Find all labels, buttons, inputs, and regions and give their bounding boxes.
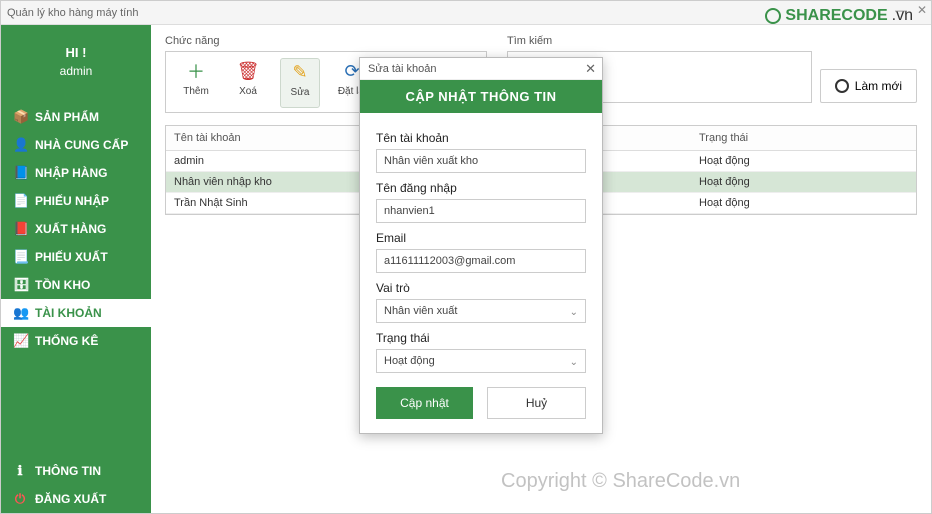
dialog-header: CẬP NHẬT THÔNG TIN	[360, 80, 602, 113]
col-ten-tai-khoan[interactable]: Tên tài khoản	[166, 126, 376, 151]
pencil-icon: ✎	[287, 59, 313, 85]
sidebar-item-label: THỐNG KÊ	[35, 334, 98, 348]
update-button[interactable]: Cập nhật	[376, 387, 473, 419]
sidebar-item-phieuxuat[interactable]: 📃 PHIẾU XUẤT	[1, 243, 151, 271]
label-ten-tai-khoan: Tên tài khoản	[376, 131, 586, 145]
sidebar-item-label: TỒN KHO	[35, 278, 90, 292]
info-icon: ℹ	[13, 463, 27, 479]
select-vai-tro[interactable]: Nhân viên xuất	[376, 299, 586, 323]
plus-icon: ＋	[183, 58, 209, 84]
sidebar-item-nhaphang[interactable]: 📘 NHẬP HÀNG	[1, 159, 151, 187]
edit-account-dialog: Sửa tài khoản ✕ CẬP NHẬT THÔNG TIN Tên t…	[359, 57, 603, 434]
book-out-icon: 📕	[13, 221, 27, 237]
label-vai-tro: Vai trò	[376, 281, 586, 295]
sidebar-item-label: PHIẾU XUẤT	[35, 250, 108, 264]
power-icon: ⏻	[13, 491, 27, 507]
current-user: admin	[1, 64, 151, 78]
sidebar-item-xuathang[interactable]: 📕 XUẤT HÀNG	[1, 215, 151, 243]
sidebar-item-label: ĐĂNG XUẤT	[35, 492, 106, 506]
edit-button[interactable]: ✎Sửa	[280, 58, 320, 108]
users-icon: 👥	[13, 305, 27, 321]
chart-icon: 📈	[13, 333, 27, 349]
box-icon: 📦	[13, 109, 27, 125]
dialog-close-button[interactable]: ✕	[585, 61, 596, 77]
label-email: Email	[376, 231, 586, 245]
sidebar-item-label: SẢN PHẨM	[35, 110, 99, 124]
brand-suffix: .vn	[892, 7, 913, 25]
stock-icon: 🗄	[13, 277, 27, 293]
brand-name: SHARECODE	[785, 7, 887, 25]
chevron-down-icon: ⌄	[570, 307, 578, 318]
cancel-button[interactable]: Huỷ	[487, 387, 586, 419]
dialog-smalltitle: Sửa tài khoản	[360, 58, 602, 80]
sidebar-item-label: XUẤT HÀNG	[35, 222, 106, 236]
trash-icon: 🗑	[235, 58, 261, 84]
greeting: HI !	[1, 45, 151, 60]
chevron-down-icon: ⌄	[570, 357, 578, 368]
input-ten-tai-khoan[interactable]	[376, 149, 586, 173]
sidebar: HI ! admin 📦 SẢN PHẨM 👤 NHÀ CUNG CẤP 📘 NHẬP…	[1, 25, 151, 513]
sidebar-item-thongtin[interactable]: ℹ THÔNG TIN	[1, 457, 151, 485]
input-email[interactable]	[376, 249, 586, 273]
brand-icon	[765, 8, 781, 24]
sidebar-item-label: NHÀ CUNG CẤP	[35, 138, 128, 152]
sidebar-item-label: NHẬP HÀNG	[35, 166, 107, 180]
label-ten-dang-nhap: Tên đăng nhập	[376, 181, 586, 195]
select-trang-thai[interactable]: Hoạt động	[376, 349, 586, 373]
brand-logo: SHARECODE .vn	[765, 7, 913, 25]
circle-refresh-icon	[835, 79, 849, 93]
doc-in-icon: 📄	[13, 193, 27, 209]
sidebar-item-taikhoan[interactable]: 👥 TÀI KHOẢN	[1, 299, 151, 327]
toolbar-section-label: Chức năng	[165, 35, 487, 47]
delete-button[interactable]: 🗑Xoá	[228, 58, 268, 108]
sidebar-item-phieunhap[interactable]: 📄 PHIẾU NHẬP	[1, 187, 151, 215]
person-icon: 👤	[13, 137, 27, 153]
close-button[interactable]: ✕	[917, 3, 927, 17]
doc-out-icon: 📃	[13, 249, 27, 265]
add-button[interactable]: ＋Thêm	[176, 58, 216, 108]
watermark-copyright: Copyright © ShareCode.vn	[501, 470, 740, 493]
label-trang-thai: Trạng thái	[376, 331, 586, 345]
sidebar-item-label: THÔNG TIN	[35, 464, 101, 478]
sidebar-item-tonkho[interactable]: 🗄 TỒN KHO	[1, 271, 151, 299]
refresh-button[interactable]: Làm mới	[820, 69, 917, 103]
sidebar-item-label: TÀI KHOẢN	[35, 306, 102, 320]
search-section-label: Tìm kiếm	[507, 35, 917, 47]
window-title: Quản lý kho hàng máy tính	[7, 7, 138, 19]
book-in-icon: 📘	[13, 165, 27, 181]
input-ten-dang-nhap[interactable]	[376, 199, 586, 223]
col-trang-thai[interactable]: Trạng thái	[691, 126, 916, 151]
sidebar-item-thongke[interactable]: 📈 THỐNG KÊ	[1, 327, 151, 355]
sidebar-item-nhacungcap[interactable]: 👤 NHÀ CUNG CẤP	[1, 131, 151, 159]
sidebar-item-sanpham[interactable]: 📦 SẢN PHẨM	[1, 103, 151, 131]
sidebar-item-label: PHIẾU NHẬP	[35, 194, 109, 208]
sidebar-item-dangxuat[interactable]: ⏻ ĐĂNG XUẤT	[1, 485, 151, 513]
app-window: Quản lý kho hàng máy tính — ✕ SHARECODE.…	[0, 0, 932, 514]
